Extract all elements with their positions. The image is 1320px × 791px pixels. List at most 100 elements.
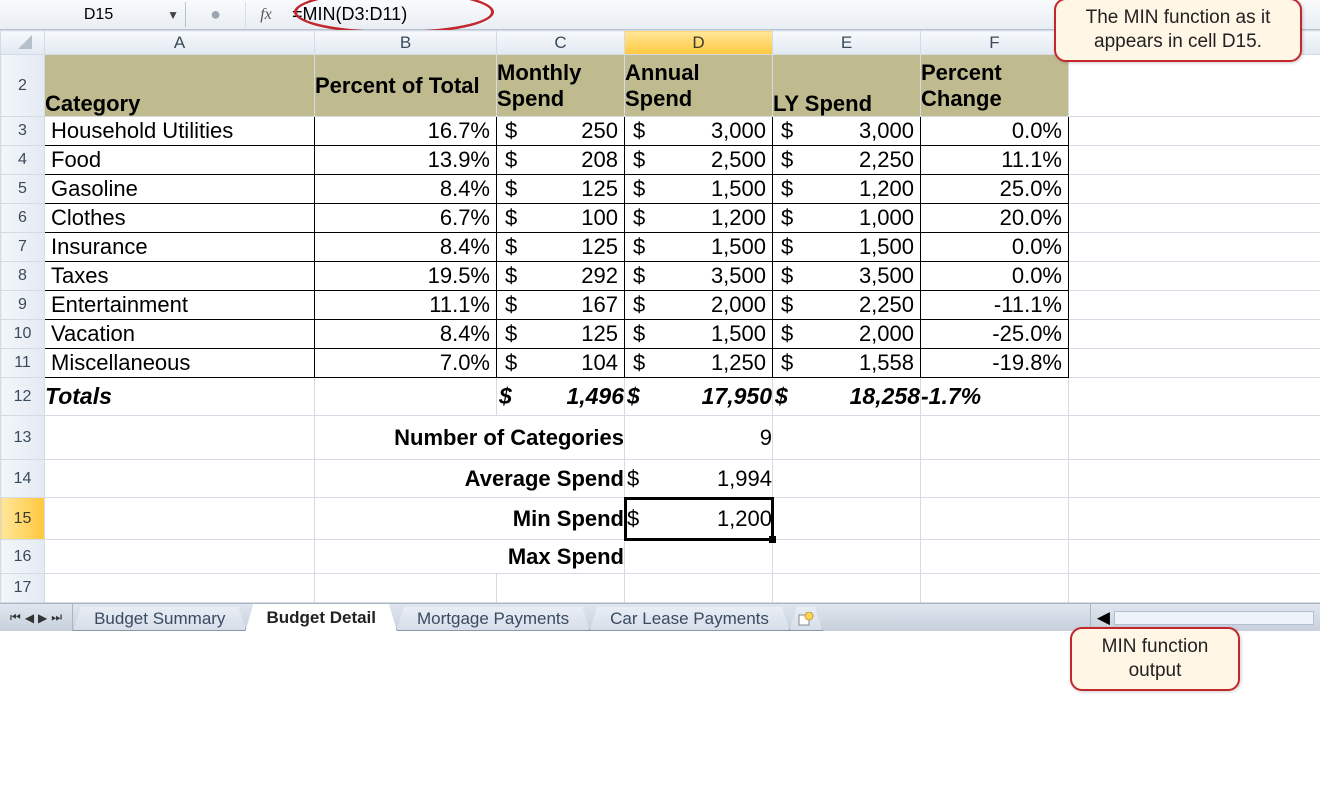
cell-change[interactable]: -11.1% [921,291,1069,320]
cell-annual[interactable]: $3,000 [625,117,773,146]
cell-monthly[interactable]: $100 [497,204,625,233]
cell-G12[interactable] [1069,378,1320,416]
label-avg-spend[interactable]: Average Spend [315,460,625,498]
cell-annual[interactable]: $2,000 [625,291,773,320]
cell-category[interactable]: Household Utilities [45,117,315,146]
tab-car-lease-payments[interactable]: Car Lease Payments [589,607,790,631]
tab-budget-summary[interactable]: Budget Summary [73,607,246,631]
cell-category[interactable]: Entertainment [45,291,315,320]
prev-tab-icon[interactable]: ◀ [25,611,34,625]
cell-G2[interactable] [1069,55,1320,117]
cell-ly[interactable]: $1,000 [773,204,921,233]
cell-blank[interactable] [1069,320,1320,349]
cell-change[interactable]: 20.0% [921,204,1069,233]
row-header-10[interactable]: 10 [1,320,45,349]
fx-icon[interactable]: fx [246,6,286,24]
cell-ly[interactable]: $2,250 [773,291,921,320]
cell-category[interactable]: Vacation [45,320,315,349]
col-header-A[interactable]: A [45,31,315,55]
cell-blank[interactable] [1069,175,1320,204]
tab-nav-buttons[interactable]: ⏮ ◀ ▶ ⏭ [0,604,73,631]
cell-blank[interactable] [1069,349,1320,378]
cell-percent-total[interactable]: 7.0% [315,349,497,378]
cell-monthly[interactable]: $292 [497,262,625,291]
cell-change[interactable]: 0.0% [921,262,1069,291]
cell-percent-total[interactable]: 8.4% [315,233,497,262]
cell-change[interactable]: -25.0% [921,320,1069,349]
row-header-12[interactable]: 12 [1,378,45,416]
row-header-9[interactable]: 9 [1,291,45,320]
header-monthly-spend[interactable]: Monthly Spend [497,55,625,117]
col-header-D[interactable]: D [625,31,773,55]
cell-A15[interactable] [45,498,315,540]
row-header-13[interactable]: 13 [1,416,45,460]
cell-change[interactable]: 0.0% [921,233,1069,262]
cell-ly[interactable]: $3,500 [773,262,921,291]
totals-label[interactable]: Totals [45,378,315,416]
cell-percent-total[interactable]: 19.5% [315,262,497,291]
cell-monthly[interactable]: $250 [497,117,625,146]
col-header-C[interactable]: C [497,31,625,55]
cell-G16[interactable] [1069,540,1320,574]
cell-ly[interactable]: $2,000 [773,320,921,349]
cell-percent-total[interactable]: 6.7% [315,204,497,233]
cell-G15[interactable] [1069,498,1320,540]
cell-ly[interactable]: $2,250 [773,146,921,175]
cell-blank[interactable] [1069,117,1320,146]
cell-F14[interactable] [921,460,1069,498]
cell-category[interactable]: Clothes [45,204,315,233]
cell-monthly[interactable]: $125 [497,233,625,262]
cell-ly[interactable]: $1,558 [773,349,921,378]
row-header-11[interactable]: 11 [1,349,45,378]
tab-budget-detail[interactable]: Budget Detail [245,604,397,631]
cell-G14[interactable] [1069,460,1320,498]
totals-pct[interactable] [315,378,497,416]
row-header-14[interactable]: 14 [1,460,45,498]
cell-A14[interactable] [45,460,315,498]
cell-change[interactable]: 11.1% [921,146,1069,175]
cell-annual[interactable]: $1,500 [625,175,773,204]
cell-percent-total[interactable]: 8.4% [315,320,497,349]
cell-change[interactable]: 0.0% [921,117,1069,146]
row-header-3[interactable]: 3 [1,117,45,146]
totals-change[interactable]: -1.7% [921,378,1069,416]
cell-blank[interactable] [1069,262,1320,291]
cell-G13[interactable] [1069,416,1320,460]
insert-sheet-button[interactable] [789,607,823,631]
row-header-16[interactable]: 16 [1,540,45,574]
row-header-17[interactable]: 17 [1,574,45,603]
cell-blank[interactable] [1069,204,1320,233]
cell-blank[interactable] [1069,233,1320,262]
cell-percent-total[interactable]: 16.7% [315,117,497,146]
cell-annual[interactable]: $2,500 [625,146,773,175]
header-percent-total[interactable]: Percent of Total [315,55,497,117]
cell-percent-total[interactable]: 11.1% [315,291,497,320]
val-avg-spend[interactable]: $1,994 [625,460,773,498]
cell-monthly[interactable]: $125 [497,175,625,204]
row-header-2[interactable]: 2 [1,55,45,117]
cell-blank[interactable] [1069,146,1320,175]
formula-input[interactable]: =MIN(D3:D11) [286,4,407,25]
cell-A16[interactable] [45,540,315,574]
cell-change[interactable]: -19.8% [921,349,1069,378]
row-header-6[interactable]: 6 [1,204,45,233]
cell-E14[interactable] [773,460,921,498]
cell-E15[interactable] [773,498,921,540]
cell-F13[interactable] [921,416,1069,460]
cell-category[interactable]: Miscellaneous [45,349,315,378]
tab-mortgage-payments[interactable]: Mortgage Payments [396,607,590,631]
row-header-15[interactable]: 15 [1,498,45,540]
dropdown-arrow-icon[interactable]: ▼ [157,8,179,22]
cell-annual[interactable]: $1,250 [625,349,773,378]
name-box[interactable]: D15 ▼ [0,2,186,27]
totals-monthly[interactable]: $1,496 [497,378,625,416]
next-tab-icon[interactable]: ▶ [38,611,47,625]
header-annual-spend[interactable]: Annual Spend [625,55,773,117]
scrollbar-track[interactable] [1114,611,1314,625]
spreadsheet-grid[interactable]: A B C D E F G 2 Category Percent of Tota… [0,30,1320,603]
cell-annual[interactable]: $1,500 [625,320,773,349]
cell-annual[interactable]: $1,200 [625,204,773,233]
val-max-spend[interactable] [625,540,773,574]
row-header-8[interactable]: 8 [1,262,45,291]
cell-category[interactable]: Gasoline [45,175,315,204]
